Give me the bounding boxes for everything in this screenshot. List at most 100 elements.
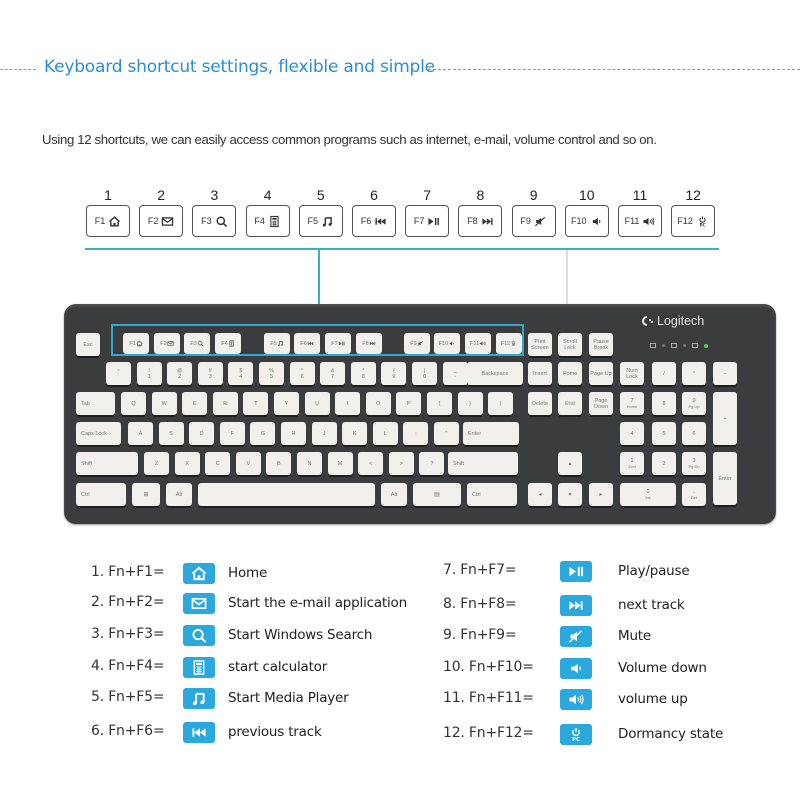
key-arrow-right[interactable]: ▸	[589, 483, 613, 506]
key-number-row[interactable]: (9	[381, 362, 407, 385]
key-menu[interactable]: ▤	[413, 483, 461, 506]
key-numpad-star[interactable]: *	[682, 362, 706, 385]
key-row3-10[interactable]: "	[434, 422, 459, 445]
key-row3-3[interactable]: F	[219, 422, 245, 445]
key-esc[interactable]: Esc	[76, 333, 100, 356]
next-track-icon	[560, 595, 592, 616]
key-row3-8[interactable]: L	[372, 422, 398, 445]
key-right-alt[interactable]: Alt	[381, 483, 407, 506]
key-w[interactable]: W	[151, 392, 177, 415]
key-numpad-3[interactable]: 3 Pg Dn	[682, 452, 706, 475]
key-row3-2[interactable]: D	[189, 422, 215, 445]
key-r[interactable]: R	[212, 392, 238, 415]
key-number-row[interactable]: ~ `	[106, 362, 131, 385]
key-right-shift[interactable]: Shift	[448, 452, 518, 475]
key-arrow-up[interactable]: ▴	[558, 452, 582, 475]
key-left-ctrl[interactable]: Ctrl	[76, 483, 126, 506]
key-{-label: {	[438, 400, 441, 407]
key-number-row[interactable]: ^ 6	[289, 362, 315, 385]
key-}[interactable]: }	[457, 392, 483, 415]
key-number-row[interactable]: ) 0	[412, 362, 437, 385]
key-row3-1[interactable]: S	[158, 422, 184, 445]
key-y[interactable]: Y	[274, 392, 299, 415]
key-numpad-4[interactable]: 4	[620, 422, 644, 445]
mail-icon	[183, 593, 215, 614]
key-right-ctrl[interactable]: Ctrl	[467, 483, 517, 506]
key-tab[interactable]: Tab	[76, 392, 115, 415]
key-number-row[interactable]: * 8	[350, 362, 376, 385]
key-row4-6[interactable]: M	[327, 452, 353, 475]
volume-up-icon	[642, 215, 655, 228]
key-numpad-dot[interactable]: . Del	[682, 483, 706, 506]
key-{[interactable]: {	[427, 392, 452, 415]
key-row3-5[interactable]: H	[281, 422, 306, 445]
key-t[interactable]: T	[243, 392, 269, 415]
key-arrow-left[interactable]: ◂	[528, 483, 552, 506]
key-row4-0[interactable]: Z	[144, 452, 169, 475]
key-numpad-star-label: *	[692, 370, 696, 377]
key-row3-6[interactable]: J	[311, 422, 337, 445]
key-numpad-minus[interactable]: −	[713, 362, 737, 385]
key-row3-4[interactable]: G	[250, 422, 276, 445]
key-page-down[interactable]: Page Down	[589, 392, 613, 415]
key-numpad-8[interactable]: 8	[652, 392, 676, 415]
key-home[interactable]: Home	[558, 362, 582, 385]
key-row4-5[interactable]: N	[297, 452, 322, 475]
key-row4-4[interactable]: B	[266, 452, 292, 475]
key-number-row[interactable]: % 5	[259, 362, 284, 385]
key-e[interactable]: E	[182, 392, 208, 415]
key-number-row[interactable]: #3	[197, 362, 223, 385]
key-numpad-enter[interactable]: Enter	[713, 452, 737, 505]
key-print-screen[interactable]: Print Screen	[528, 333, 552, 356]
key-backspace[interactable]: Backspace	[467, 362, 523, 385]
key-numpad-6[interactable]: 6	[682, 422, 706, 445]
key-numpad-2[interactable]: 2	[652, 452, 676, 475]
key-left-shift[interactable]: Shift	[76, 452, 138, 475]
key-row4-2[interactable]: C	[205, 452, 231, 475]
key-delete[interactable]: Delete	[528, 392, 552, 415]
key-pause-break[interactable]: Pause Break	[589, 333, 613, 356]
key-row4-7[interactable]: <	[358, 452, 384, 475]
key-page-up[interactable]: Page Up	[589, 362, 613, 385]
key-numpad-slash[interactable]: /	[652, 362, 676, 385]
key-row3-7[interactable]: K	[342, 422, 368, 445]
key-arrow-down[interactable]: ▾	[558, 483, 582, 506]
key-}-label: }	[469, 400, 472, 407]
shortcut-combo: 8. Fn+F8=	[443, 596, 517, 612]
key-enter[interactable]: Enter	[463, 422, 519, 445]
key-row3-9[interactable]: :	[403, 422, 429, 445]
shortcut-description: Home	[228, 565, 268, 581]
key-number-row[interactable]: _ -	[442, 362, 468, 385]
key-numpad-plus[interactable]: +	[713, 392, 737, 445]
key-numpad-0-sublabel: Ins	[645, 494, 651, 500]
key-row4-8[interactable]: >	[388, 452, 414, 475]
key-windows[interactable]: ⊞	[132, 483, 160, 506]
key-row3-0[interactable]: A	[128, 422, 153, 445]
key-number-row[interactable]: $4	[228, 362, 254, 385]
key-u[interactable]: U	[304, 392, 330, 415]
key-o[interactable]: O	[365, 392, 391, 415]
key-caps-lock[interactable]: Caps Lock	[76, 422, 121, 445]
key-numpad-0[interactable]: 0 Ins	[620, 483, 676, 506]
key-|[interactable]: |	[488, 392, 514, 415]
key-i[interactable]: I	[335, 392, 361, 415]
key-space[interactable]	[198, 483, 375, 506]
key-numpad-5[interactable]: 5	[652, 422, 676, 445]
key-row4-3[interactable]: V	[235, 452, 261, 475]
key-end[interactable]: End	[558, 392, 582, 415]
key-numpad-7[interactable]: 7 Home	[620, 392, 644, 415]
key-row4-1[interactable]: X	[174, 452, 200, 475]
key-insert[interactable]: Insert	[528, 362, 552, 385]
key-number-row[interactable]: ! 1	[136, 362, 162, 385]
key-scroll-lock[interactable]: Scroll Lock	[558, 333, 582, 356]
key-numpad-9[interactable]: 9 Pg Up	[682, 392, 706, 415]
key-left-alt[interactable]: Alt	[166, 483, 192, 506]
key-number-row[interactable]: @2	[167, 362, 193, 385]
shortcut-combo: 12. Fn+F12=	[443, 725, 534, 741]
key-numpad-1[interactable]: 1 End	[620, 452, 644, 475]
key-row4-9[interactable]: ?	[419, 452, 445, 475]
key-p[interactable]: P	[396, 392, 422, 415]
key-number-row[interactable]: & 7	[320, 362, 346, 385]
key-num-lock[interactable]: Num Lock	[620, 362, 644, 385]
key-q[interactable]: Q	[121, 392, 146, 415]
